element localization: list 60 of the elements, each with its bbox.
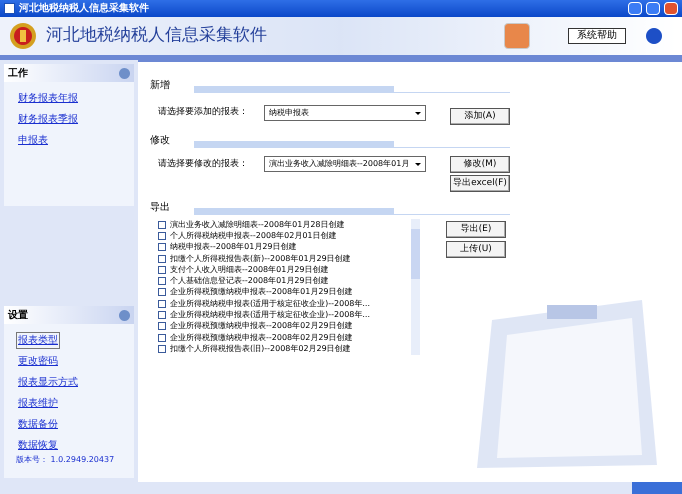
checkbox[interactable] [158,288,166,296]
panel-title: 工作 [8,66,28,80]
minimize-button[interactable] [628,2,642,15]
emblem-icon [8,21,38,51]
app-icon [4,3,15,14]
checkbox[interactable] [158,344,166,353]
sidebar-link[interactable]: 更改密码 [16,353,60,370]
section-title: 新增 [150,78,171,93]
sidebar-link[interactable]: 报表维护 [16,395,60,412]
tray-bar [632,482,682,494]
help-button[interactable]: 系统帮助 [568,28,626,44]
dropdown-arrow-icon [415,112,421,114]
section-title: 导出 [150,200,171,215]
checkbox[interactable] [158,322,166,330]
app-name: 河北地税纳税人信息采集软件 [46,24,268,48]
report-item[interactable]: 企业所得税纳税申报表(适用于核定征收企业)--2008年... [170,311,370,320]
sidebar-link[interactable]: 申报表 [16,132,50,149]
sidebar-link[interactable]: 数据恢复 [16,437,60,454]
close-button[interactable] [664,2,678,15]
checkbox[interactable] [158,254,166,263]
scrollbar[interactable] [411,219,420,355]
sidebar-link[interactable]: 报表显示方式 [16,374,80,391]
dropdown-arrow-icon [415,162,421,166]
sidebar-link[interactable]: 财务报表季报 [16,111,80,128]
report-item[interactable]: 个人所得税纳税申报表--2008年02月01日创建 [170,232,336,240]
checkbox[interactable] [158,311,166,320]
report-item[interactable]: 扣缴个人所得税报告表(新)--2008年01月29日创建 [170,254,351,263]
report-item[interactable]: 企业所得税预缴纳税申报表--2008年02月29日创建 [170,322,352,330]
report-select[interactable]: 纳税申报表 [264,105,426,121]
panel-title: 设置 [8,308,28,322]
checkbox[interactable] [158,277,166,286]
checkbox[interactable] [158,232,166,240]
section-title: 修改 [150,134,171,148]
report-item[interactable]: 个人基础信息登记表--2008年01月29日创建 [170,277,328,286]
action-button[interactable]: 导出(E) [446,221,506,238]
window-title: 河北地税纳税人信息采集软件 [19,2,150,16]
action-button[interactable]: 添加(A) [450,108,510,125]
version-text: 版本号： 1.0.2949.20437 [15,454,116,466]
field-label: 请选择要修改的报表： [158,158,248,171]
checkbox[interactable] [158,334,166,342]
checkbox[interactable] [158,300,166,308]
report-select[interactable]: 演出业务收入减除明细表--2008年01月 [264,156,426,172]
checkbox[interactable] [158,266,166,274]
checkbox[interactable] [158,243,166,252]
checkbox[interactable] [158,220,166,229]
report-item[interactable]: 扣缴个人所得税报告表(旧)--2008年02月29日创建 [170,344,351,353]
action-button[interactable]: 导出excel(F) [450,175,510,192]
sidebar-link[interactable]: 报表类型 [16,332,60,349]
report-item[interactable]: 纳税申报表--2008年01月29日创建 [170,243,296,252]
report-item[interactable]: 演出业务收入减除明细表--2008年01月28日创建 [170,220,344,229]
report-item[interactable]: 企业所得税预缴纳税申报表--2008年02月29日创建 [170,334,352,342]
sidebar-link[interactable]: 财务报表年报 [16,90,80,107]
report-item[interactable]: 企业所得税预缴纳税申报表--2008年01月29日创建 [170,288,352,296]
report-item[interactable]: 支付个人收入明细表--2008年01月29日创建 [170,266,328,274]
report-item[interactable]: 企业所得税纳税申报表(适用于核定征收企业)--2008年... [170,300,370,308]
action-button[interactable]: 修改(M) [450,156,510,173]
field-label: 请选择要添加的报表： [158,106,248,120]
action-button[interactable]: 上传(U) [446,241,506,258]
sidebar-link[interactable]: 数据备份 [16,416,60,433]
maximize-button[interactable] [646,2,660,15]
